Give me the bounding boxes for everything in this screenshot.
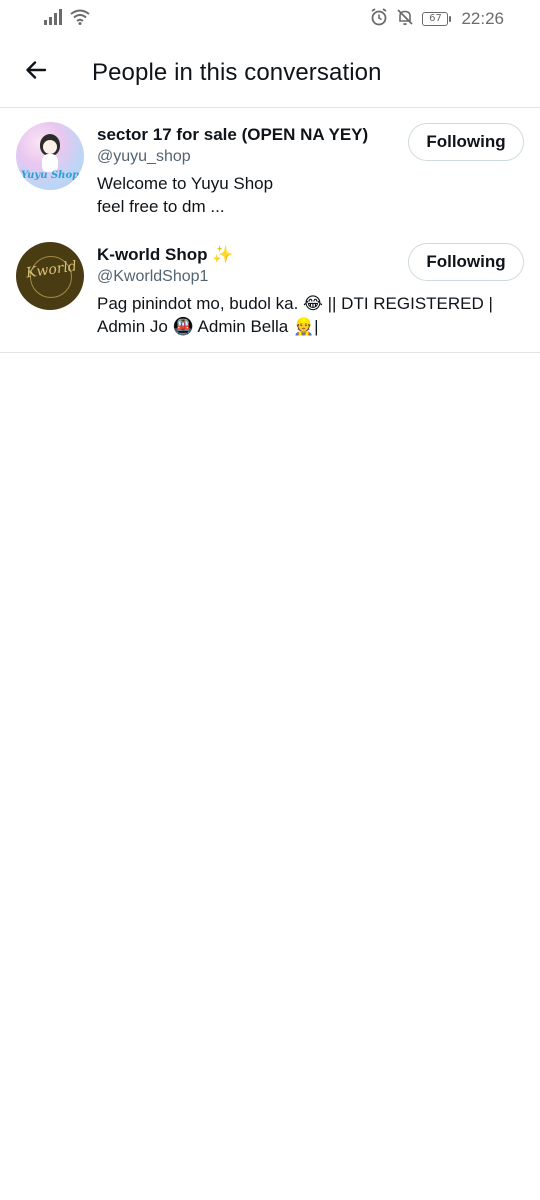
page-header: People in this conversation: [0, 38, 540, 108]
avatar-logo-text: Yuyu Shop: [20, 170, 80, 181]
person-row-yuyu-shop[interactable]: Yuyu Shop sector 17 for sale (OPEN NA YE…: [0, 108, 540, 228]
following-button[interactable]: Following: [408, 243, 524, 281]
person-bio: Welcome to Yuyu Shop feel free to dm ...: [97, 174, 274, 216]
avatar[interactable]: Yuyu Shop: [16, 122, 84, 190]
battery-icon: 67: [422, 12, 452, 26]
person-row-kworld-shop[interactable]: Kworld K-world Shop ✨ @KworldShop1 Pag p…: [0, 228, 540, 353]
wifi-icon: [70, 9, 90, 30]
battery-level: 67: [422, 12, 449, 26]
back-button[interactable]: [0, 38, 72, 108]
person-bio: Pag pinindot mo, budol ka. 😂 || DTI REGI…: [97, 294, 493, 336]
people-list: Yuyu Shop sector 17 for sale (OPEN NA YE…: [0, 108, 540, 353]
status-bar: 67 22:26: [0, 0, 540, 38]
signal-icon: [44, 8, 62, 30]
following-button[interactable]: Following: [408, 123, 524, 161]
page-title: People in this conversation: [92, 58, 382, 86]
alarm-icon: [370, 7, 388, 31]
notifications-off-icon: [396, 8, 414, 31]
avatar[interactable]: Kworld: [16, 242, 84, 310]
status-time: 22:26: [461, 9, 504, 28]
arrow-left-icon: [24, 58, 48, 87]
